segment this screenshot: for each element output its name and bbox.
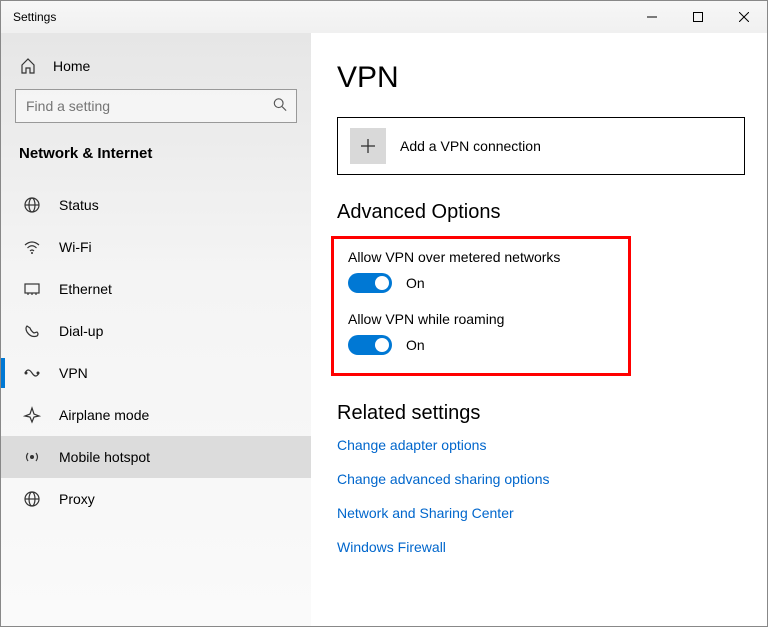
sidebar-item-wifi[interactable]: Wi-Fi [1,226,311,268]
ethernet-icon [23,280,41,298]
sidebar-item-proxy[interactable]: Proxy [1,478,311,520]
proxy-icon [23,490,41,508]
sidebar-item-vpn[interactable]: VPN [1,352,311,394]
toggle-state-roaming: On [406,337,425,353]
sidebar-item-airplane[interactable]: Airplane mode [1,394,311,436]
highlight-annotation: Allow VPN over metered networks On Allow… [331,236,631,376]
airplane-icon [23,406,41,424]
sidebar-item-label: Ethernet [59,281,112,297]
sidebar-category: Network & Internet [1,137,311,184]
related-links: Change adapter options Change advanced s… [337,437,741,555]
sidebar-item-label: Airplane mode [59,407,149,423]
toggle-metered[interactable] [348,273,392,293]
link-sharing-options[interactable]: Change advanced sharing options [337,471,550,487]
maximize-icon [693,12,703,22]
link-windows-firewall[interactable]: Windows Firewall [337,539,446,555]
sidebar-item-label: Status [59,197,99,213]
minimize-icon [647,12,657,22]
titlebar: Settings [1,1,767,33]
sidebar-item-label: Mobile hotspot [59,449,150,465]
sidebar: Home Network & Internet Status Wi-Fi [1,33,311,626]
toggle-roaming[interactable] [348,335,392,355]
window-title: Settings [1,10,56,24]
close-icon [739,12,749,22]
sidebar-item-status[interactable]: Status [1,184,311,226]
sidebar-item-label: Wi-Fi [59,239,92,255]
add-vpn-label: Add a VPN connection [400,138,541,154]
close-button[interactable] [721,1,767,33]
settings-window: Settings Home [0,0,768,627]
toggle-label-metered: Allow VPN over metered networks [348,249,614,265]
plus-icon [350,128,386,164]
dialup-icon [23,322,41,340]
search-icon [273,98,287,115]
sidebar-item-hotspot[interactable]: Mobile hotspot [1,436,311,478]
advanced-options-heading: Advanced Options [337,201,741,224]
sidebar-item-label: VPN [59,365,88,381]
sidebar-item-home[interactable]: Home [1,43,311,89]
page-title: VPN [337,61,741,95]
sidebar-item-label: Dial-up [59,323,103,339]
main-panel: VPN Add a VPN connection Advanced Option… [311,33,767,626]
add-vpn-connection-button[interactable]: Add a VPN connection [337,117,745,175]
link-adapter-options[interactable]: Change adapter options [337,437,486,453]
search-input[interactable] [15,89,297,123]
home-icon [19,57,37,75]
status-icon [23,196,41,214]
hotspot-icon [23,448,41,466]
toggle-label-roaming: Allow VPN while roaming [348,311,614,327]
minimize-button[interactable] [629,1,675,33]
sidebar-item-ethernet[interactable]: Ethernet [1,268,311,310]
sidebar-item-dialup[interactable]: Dial-up [1,310,311,352]
maximize-button[interactable] [675,1,721,33]
vpn-icon [23,364,41,382]
link-network-sharing[interactable]: Network and Sharing Center [337,505,514,521]
wifi-icon [23,238,41,256]
toggle-state-metered: On [406,275,425,291]
related-settings-heading: Related settings [337,402,741,425]
home-label: Home [53,58,90,74]
sidebar-item-label: Proxy [59,491,95,507]
